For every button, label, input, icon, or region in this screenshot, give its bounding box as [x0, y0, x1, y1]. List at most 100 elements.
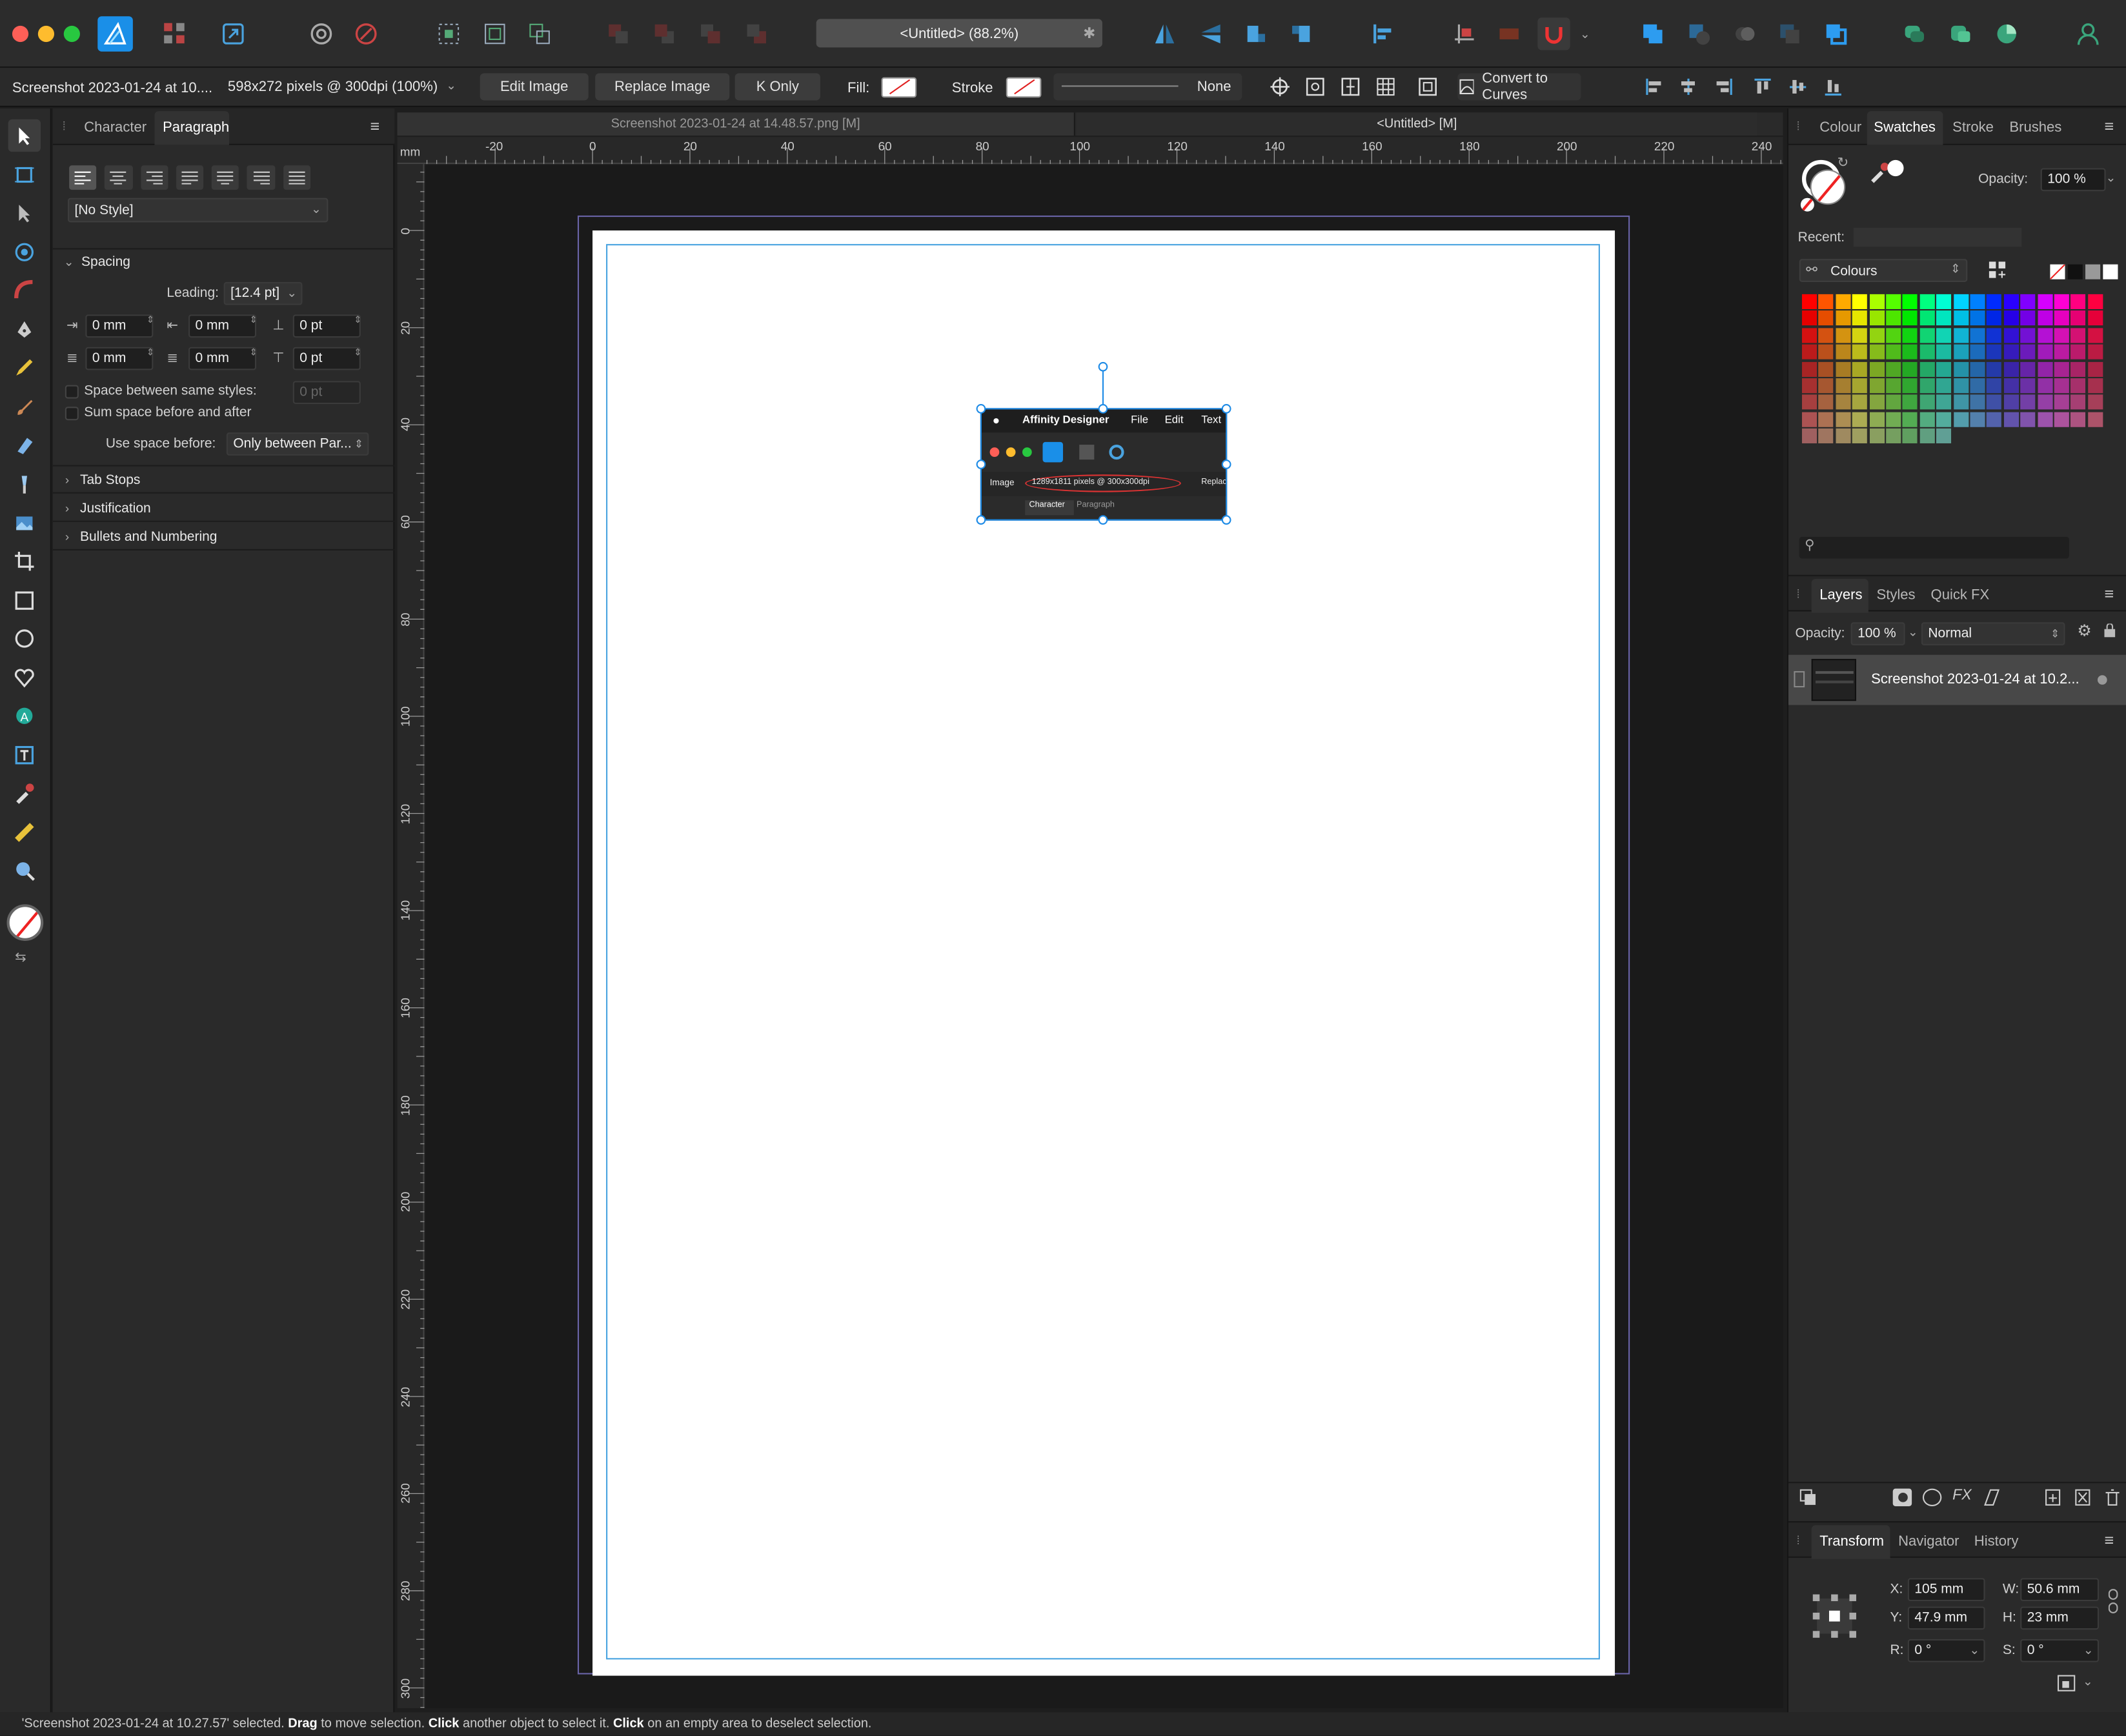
- picked-colour-swatch[interactable]: [1887, 159, 1904, 177]
- colour-swatch[interactable]: [1936, 378, 1952, 394]
- colour-swatch[interactable]: [2070, 361, 2086, 377]
- recent-colours-strip[interactable]: [1853, 227, 2022, 247]
- colour-swatch[interactable]: [2087, 361, 2103, 377]
- doc-tab-screenshot[interactable]: Screenshot 2023-01-24 at 14.48.57.png [M…: [397, 112, 1075, 136]
- align-middle-icon[interactable]: [1785, 73, 1812, 100]
- measure-tool-icon[interactable]: [8, 816, 41, 849]
- swatch-search-field[interactable]: ⚲: [1799, 536, 2069, 559]
- colour-swatch[interactable]: [2037, 310, 2052, 327]
- close-window-button[interactable]: [12, 25, 29, 43]
- rotation-handle[interactable]: [1098, 361, 1108, 372]
- colour-swatch[interactable]: [1919, 395, 1935, 410]
- anchor-point-selector[interactable]: [1810, 1591, 1859, 1640]
- colour-swatch[interactable]: [1953, 395, 1969, 410]
- colour-swatch[interactable]: [1869, 361, 1885, 377]
- selection-handle-br[interactable]: [1221, 515, 1231, 525]
- align-left-icon[interactable]: [1367, 17, 1399, 50]
- boolean-subtract-icon[interactable]: [1683, 17, 1715, 50]
- colour-swatch[interactable]: [2020, 294, 2036, 309]
- move-back-icon[interactable]: [602, 17, 634, 50]
- opacity-chevron-icon[interactable]: ⌄: [2106, 171, 2116, 186]
- colour-mode-icon[interactable]: [1990, 17, 2023, 50]
- colour-swatch[interactable]: [2037, 412, 2052, 427]
- use-space-before-select[interactable]: Only between Par... ⇕: [226, 432, 369, 456]
- last-line-indent-field[interactable]: 0 mm: [188, 347, 257, 370]
- boolean-xor-icon[interactable]: [1774, 17, 1806, 50]
- pixel-persona-icon[interactable]: [159, 17, 191, 50]
- artistic-text-tool-icon[interactable]: A: [8, 700, 41, 732]
- last-line-stepper-icon[interactable]: ⇕: [250, 347, 258, 358]
- artboard-tool-icon[interactable]: [8, 159, 41, 191]
- pixel-grid-icon[interactable]: [1372, 73, 1399, 100]
- colour-swatch[interactable]: [1836, 294, 1851, 309]
- layers-opacity-chevron-icon[interactable]: ⌄: [1908, 625, 1918, 640]
- colour-swatch[interactable]: [1953, 412, 1969, 427]
- node-tool-icon[interactable]: [8, 197, 41, 229]
- snap-grid-icon[interactable]: [1493, 17, 1525, 50]
- transparency-tool-icon[interactable]: [8, 468, 41, 500]
- colour-swatch[interactable]: [2054, 344, 2069, 360]
- space-between-field[interactable]: 0 pt: [292, 381, 361, 405]
- space-before-stepper-icon[interactable]: ⇕: [354, 314, 361, 325]
- bullets-expand-icon[interactable]: ›: [65, 530, 69, 543]
- move-tool-icon[interactable]: [8, 119, 41, 152]
- colour-swatch[interactable]: [1836, 429, 1851, 444]
- colour-swatch[interactable]: [1801, 395, 1817, 410]
- swatch-white[interactable]: [2103, 264, 2118, 279]
- swap-wells-icon[interactable]: ↻: [1837, 156, 1849, 171]
- colour-swatch[interactable]: [2054, 395, 2069, 410]
- colour-swatch[interactable]: [2070, 310, 2086, 327]
- zoom-window-button[interactable]: [63, 25, 80, 43]
- colour-swatch[interactable]: [2070, 378, 2086, 394]
- corner-tool-icon[interactable]: [8, 274, 41, 306]
- colour-swatch[interactable]: [2087, 395, 2103, 410]
- colour-swatch[interactable]: [1903, 310, 1918, 327]
- layer-visibility-dot[interactable]: [2097, 675, 2107, 685]
- tab-colour[interactable]: Colour: [1819, 119, 1861, 136]
- none-colour-button[interactable]: [1800, 197, 1814, 212]
- colour-swatch[interactable]: [1886, 412, 1901, 427]
- colour-swatch[interactable]: [1970, 395, 1985, 410]
- fill-swatch[interactable]: [881, 77, 917, 98]
- colour-swatch[interactable]: [1852, 310, 1868, 327]
- colour-swatch[interactable]: [1869, 327, 1885, 343]
- delete-layer-icon[interactable]: [2104, 1489, 2120, 1506]
- colour-swatch[interactable]: [2037, 294, 2052, 309]
- colour-swatch[interactable]: [2087, 294, 2103, 309]
- tab-character[interactable]: Character: [84, 119, 147, 136]
- colour-swatch[interactable]: [1869, 344, 1885, 360]
- flip-horizontal-icon[interactable]: [1148, 17, 1180, 50]
- colour-swatch[interactable]: [1953, 361, 1969, 377]
- colour-swatch[interactable]: [1919, 361, 1935, 377]
- layer-options-icon[interactable]: [1799, 1489, 1818, 1506]
- colour-swatch[interactable]: [1801, 412, 1817, 427]
- colour-swatch[interactable]: [1936, 327, 1952, 343]
- colour-swatch[interactable]: [1869, 378, 1885, 394]
- horizontal-ruler[interactable]: -20 0 20 40 60 80 100 120 140 160 180 200 220 240 mm: [397, 137, 1783, 165]
- tab-paragraph[interactable]: Paragraph: [163, 119, 229, 136]
- colour-swatch[interactable]: [2020, 327, 2036, 343]
- selection-handle-l[interactable]: [976, 459, 986, 469]
- layer-lock-icon[interactable]: [2104, 623, 2116, 638]
- colour-swatch[interactable]: [1903, 395, 1918, 410]
- group-layers-icon[interactable]: [2074, 1489, 2091, 1506]
- colour-swatch[interactable]: [1886, 344, 1901, 360]
- colour-swatch[interactable]: [1987, 344, 2002, 360]
- justify-centre-icon[interactable]: [211, 165, 239, 190]
- tab-navigator[interactable]: Navigator: [1898, 1533, 1959, 1549]
- colour-swatch[interactable]: [2070, 294, 2086, 309]
- right-indent-stepper-icon[interactable]: ⇕: [147, 347, 154, 358]
- document-title-tab[interactable]: <Untitled> (88.2%) ✱: [816, 19, 1102, 48]
- assistant-icon[interactable]: [1898, 17, 1930, 50]
- colour-swatch[interactable]: [1903, 344, 1918, 360]
- panel-menu-icon[interactable]: ≡: [2104, 584, 2114, 603]
- minimize-window-button[interactable]: [37, 25, 55, 43]
- boolean-intersect-icon[interactable]: [1729, 17, 1761, 50]
- h-field[interactable]: 23 mm: [2020, 1606, 2100, 1630]
- tab-styles[interactable]: Styles: [1877, 587, 1916, 603]
- colour-swatch[interactable]: [1919, 412, 1935, 427]
- space-after-stepper-icon[interactable]: ⇕: [354, 347, 361, 358]
- colour-swatch[interactable]: [1852, 294, 1868, 309]
- colour-swatch[interactable]: [1818, 395, 1834, 410]
- palette-select[interactable]: ⚯ Colours ⇕: [1799, 259, 1968, 282]
